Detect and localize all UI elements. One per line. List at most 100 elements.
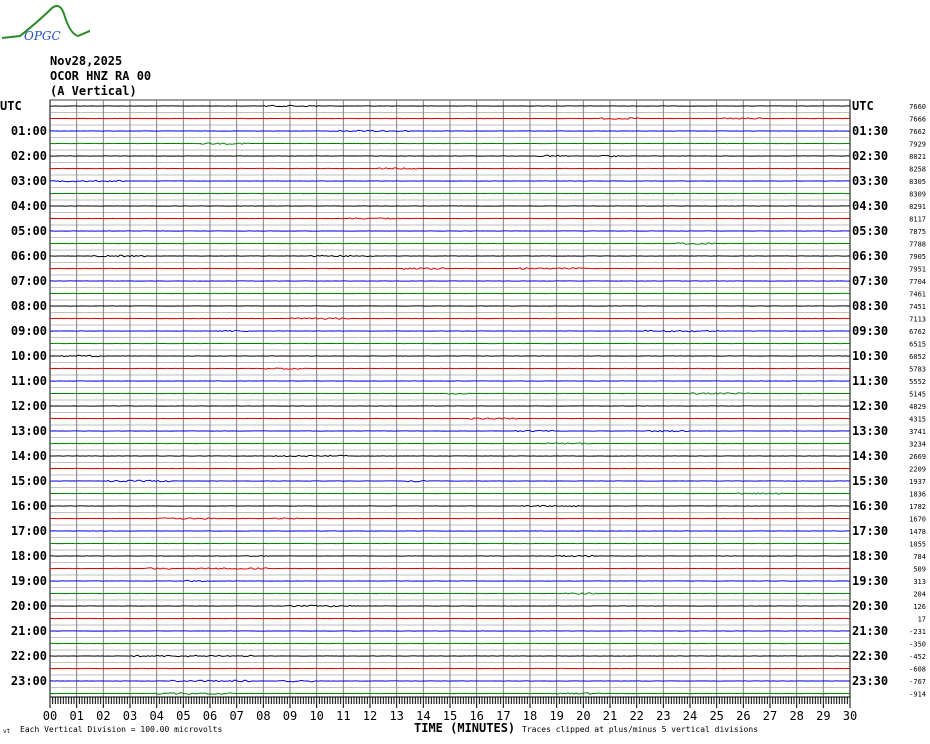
hour-label-right: 12:30 [852,399,888,413]
x-tick-label: 21 [603,709,617,723]
hour-label-right: 23:30 [852,674,888,688]
hour-label-right: 13:30 [852,424,888,438]
trace-offset-label: 7875 [909,228,926,236]
hour-label-left: 22:00 [11,649,47,663]
trace-offset-label: 8258 [909,166,926,174]
x-tick-label: 24 [683,709,697,723]
trace-offset-label: 7662 [909,128,926,136]
hour-label-left: 09:00 [11,324,47,338]
scale-note: Each Vertical Division = 100.00 microvol… [20,725,223,734]
trace-offset-label: 7788 [909,241,926,249]
trace-offset-label: 6515 [909,341,926,349]
trace-offset-label: 4829 [909,403,926,411]
hour-label-left: 14:00 [11,449,47,463]
x-tick-label: 26 [736,709,750,723]
hour-label-right: 06:30 [852,249,888,263]
trace-offset-label: -608 [909,666,926,674]
hour-label-right: 20:30 [852,599,888,613]
hour-label-right: 16:30 [852,499,888,513]
hour-label-right: 04:30 [852,199,888,213]
hour-label-left: 10:00 [11,349,47,363]
x-tick-label: 12 [363,709,377,723]
trace-offset-label: 7113 [909,316,926,324]
trace-offset-label: 1937 [909,478,926,486]
x-tick-label: 04 [149,709,163,723]
hour-label-right: 08:30 [852,299,888,313]
trace-offset-label: 7951 [909,266,926,274]
trace-offset-label: -767 [909,678,926,686]
trace-offset-label: 1055 [909,541,926,549]
hour-label-right: 09:30 [852,324,888,338]
seismic-trace [49,354,850,358]
x-tick-label: 20 [576,709,590,723]
x-tick-label: 10 [309,709,323,723]
hour-label-right: 15:30 [852,474,888,488]
trace-offset-label: 3741 [909,428,926,436]
trace-offset-label: 5783 [909,366,926,374]
trace-offset-label: -350 [909,641,926,649]
hour-label-left: 15:00 [11,474,47,488]
trace-offset-label: 3234 [909,441,926,449]
x-tick-label: 06 [203,709,217,723]
hour-label-left: 21:00 [11,624,47,638]
hour-label-left: 08:00 [11,299,47,313]
hour-label-left: 11:00 [11,374,47,388]
trace-offset-label: 7451 [909,303,926,311]
hour-label-right: 01:30 [852,124,888,138]
hour-label-left: 03:00 [11,174,47,188]
hour-label-left: 02:00 [11,149,47,163]
x-tick-label: 29 [816,709,830,723]
trace-offset-label: 7666 [909,116,926,124]
hour-label-left: 06:00 [11,249,47,263]
trace-offset-label: 8117 [909,216,926,224]
x-tick-label: 07 [229,709,243,723]
x-tick-label: 11 [336,709,350,723]
x-tick-label: 25 [709,709,723,723]
hour-label-right: 21:30 [852,624,888,638]
trace-offset-label: 5145 [909,391,926,399]
hour-label-left: UTC [0,99,22,113]
x-tick-label: 05 [176,709,190,723]
trace-offset-label: 8309 [909,191,926,199]
hour-label-right: 17:30 [852,524,888,538]
trace-offset-label: 1782 [909,503,926,511]
trace-offset-label: 8021 [909,153,926,161]
seismic-trace [49,242,851,245]
trace-offset-label: -914 [909,691,926,699]
hour-label-right: 14:30 [852,449,888,463]
hour-label-left: 07:00 [11,274,47,288]
trace-offset-label: 784 [913,553,926,561]
hour-label-right: 19:30 [852,574,888,588]
trace-offset-label: 5552 [909,378,926,386]
corner-mark: vt [3,728,11,735]
trace-offset-label: 7929 [909,141,926,149]
x-tick-label: 19 [549,709,563,723]
hour-label-right: 03:30 [852,174,888,188]
x-tick-label: 01 [69,709,83,723]
hour-label-left: 23:00 [11,674,47,688]
trace-offset-label: 4315 [909,416,926,424]
trace-offset-label: 7461 [909,291,926,299]
x-tick-label: 30 [843,709,857,723]
hour-label-right: 07:30 [852,274,888,288]
x-tick-label: 27 [763,709,777,723]
trace-offset-label: 8291 [909,203,926,211]
hour-label-left: 13:00 [11,424,47,438]
x-axis-title: TIME (MINUTES) [414,721,516,735]
hour-label-right: UTC [852,99,874,113]
seismic-trace [49,504,851,508]
hour-label-left: 16:00 [11,499,47,513]
x-tick-label: 02 [96,709,110,723]
hour-label-right: 02:30 [852,149,888,163]
hour-label-right: 22:30 [852,649,888,663]
seismic-trace [49,567,851,570]
x-tick-label: 28 [789,709,803,723]
seismic-trace [49,554,850,558]
hour-label-left: 20:00 [11,599,47,613]
x-tick-label: 09 [283,709,297,723]
x-tick-label: 18 [523,709,537,723]
trace-offset-label: 7905 [909,253,926,261]
trace-offset-label: 313 [913,578,926,586]
hour-label-left: 19:00 [11,574,47,588]
clip-note: Traces clipped at plus/minus 5 vertical … [522,725,759,734]
